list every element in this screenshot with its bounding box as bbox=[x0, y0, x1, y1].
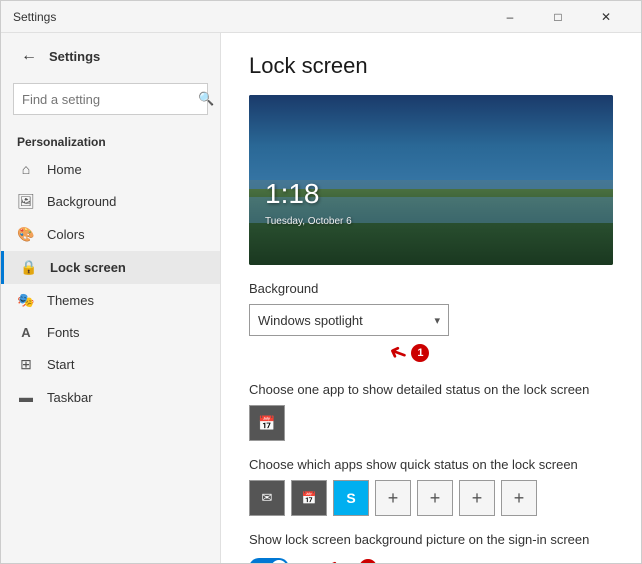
mail-icon-box[interactable]: ✉ bbox=[249, 480, 285, 516]
start-icon: ⊞ bbox=[17, 356, 35, 373]
themes-icon: 🎭 bbox=[17, 292, 35, 309]
page-title: Lock screen bbox=[249, 53, 613, 79]
sidebar: ← Settings 🔍 Personalization ⌂ Home 🖼 Ba… bbox=[1, 33, 221, 563]
annotation-number-1: 1 bbox=[411, 344, 429, 362]
sidebar-label-background: Background bbox=[47, 194, 116, 209]
sidebar-item-background[interactable]: 🖼 Background bbox=[1, 185, 220, 218]
calendar-2-icon-box[interactable]: 📅 bbox=[291, 480, 327, 516]
sidebar-header: ← Settings bbox=[1, 33, 220, 75]
fonts-icon: A bbox=[17, 325, 35, 340]
quick-status-icons: ✉ 📅 S + + + bbox=[249, 480, 613, 516]
annotation-1-group: ➜ 1 bbox=[249, 340, 613, 366]
close-button[interactable]: ✕ bbox=[583, 1, 629, 33]
show-bg-toggle[interactable] bbox=[249, 558, 289, 563]
chevron-down-icon: ▾ bbox=[434, 314, 440, 327]
preview-time: 1:18 bbox=[265, 178, 320, 210]
show-bg-section: Show lock screen background picture on t… bbox=[249, 532, 613, 563]
choose-one-app-icons: 📅 bbox=[249, 405, 613, 441]
sidebar-label-taskbar: Taskbar bbox=[47, 390, 93, 405]
dropdown-value: Windows spotlight bbox=[258, 313, 363, 328]
plus-icon-box-3[interactable]: + bbox=[459, 480, 495, 516]
back-button[interactable]: ← bbox=[17, 45, 41, 67]
choose-one-app-section: Choose one app to show detailed status o… bbox=[249, 382, 613, 441]
settings-window: Settings – □ ✕ ← Settings 🔍 Personalizat… bbox=[0, 0, 642, 564]
search-icon: 🔍 bbox=[198, 91, 214, 107]
personalization-label: Personalization bbox=[1, 123, 220, 153]
search-box[interactable]: 🔍 bbox=[13, 83, 208, 115]
sidebar-app-title: Settings bbox=[49, 49, 100, 64]
sidebar-item-colors[interactable]: 🎨 Colors bbox=[1, 218, 220, 251]
sidebar-item-themes[interactable]: 🎭 Themes bbox=[1, 284, 220, 317]
plus-icon-2: + bbox=[430, 488, 441, 509]
skype-icon: S bbox=[346, 490, 355, 506]
window-title: Settings bbox=[13, 10, 487, 24]
lock-screen-preview: 1:18 Tuesday, October 6 bbox=[249, 95, 613, 265]
taskbar-icon: ▬ bbox=[17, 389, 35, 405]
title-bar: Settings – □ ✕ bbox=[1, 1, 641, 33]
choose-apps-label: Choose which apps show quick status on t… bbox=[249, 457, 613, 472]
sidebar-item-home[interactable]: ⌂ Home bbox=[1, 153, 220, 185]
calendar-icon-box[interactable]: 📅 bbox=[249, 405, 285, 441]
lock-icon: 🔒 bbox=[20, 259, 38, 276]
plus-icon-box-4[interactable]: + bbox=[501, 480, 537, 516]
sidebar-label-start: Start bbox=[47, 357, 74, 372]
annotation-arrow-1: ➜ bbox=[385, 338, 411, 369]
sidebar-item-lock-screen[interactable]: 🔒 Lock screen bbox=[1, 251, 220, 284]
sidebar-label-fonts: Fonts bbox=[47, 325, 80, 340]
search-input[interactable] bbox=[22, 92, 198, 107]
choose-one-app-label: Choose one app to show detailed status o… bbox=[249, 382, 613, 397]
plus-icon-1: + bbox=[388, 488, 399, 509]
toggle-row: On ➜ 2 bbox=[249, 555, 613, 563]
home-icon: ⌂ bbox=[17, 161, 35, 177]
sidebar-item-start[interactable]: ⊞ Start bbox=[1, 348, 220, 381]
colors-icon: 🎨 bbox=[17, 226, 35, 243]
main-content: Lock screen 1:18 Tuesday, October 6 Back… bbox=[221, 33, 641, 563]
background-icon: 🖼 bbox=[17, 193, 35, 210]
background-dropdown[interactable]: Windows spotlight ▾ bbox=[249, 304, 449, 336]
mail-icon: ✉ bbox=[262, 490, 273, 506]
sidebar-label-themes: Themes bbox=[47, 293, 94, 308]
toggle-knob bbox=[271, 560, 287, 563]
choose-apps-section: Choose which apps show quick status on t… bbox=[249, 457, 613, 516]
plus-icon-3: + bbox=[472, 488, 483, 509]
content-area: ← Settings 🔍 Personalization ⌂ Home 🖼 Ba… bbox=[1, 33, 641, 563]
background-label: Background bbox=[249, 281, 613, 296]
calendar-2-icon: 📅 bbox=[302, 491, 317, 505]
title-bar-controls: – □ ✕ bbox=[487, 1, 629, 33]
toggle-label: On bbox=[299, 561, 316, 564]
plus-icon-box-2[interactable]: + bbox=[417, 480, 453, 516]
calendar-icon: 📅 bbox=[258, 415, 275, 432]
minimize-button[interactable]: – bbox=[487, 1, 533, 33]
plus-icon-4: + bbox=[514, 488, 525, 509]
plus-icon-box-1[interactable]: + bbox=[375, 480, 411, 516]
dropdown-wrapper: Windows spotlight ▾ bbox=[249, 304, 613, 336]
sidebar-label-colors: Colors bbox=[47, 227, 85, 242]
annotation-number-2: 2 bbox=[359, 559, 377, 563]
show-bg-label: Show lock screen background picture on t… bbox=[249, 532, 613, 547]
skype-icon-box[interactable]: S bbox=[333, 480, 369, 516]
maximize-button[interactable]: □ bbox=[535, 1, 581, 33]
sidebar-label-home: Home bbox=[47, 162, 82, 177]
sidebar-item-taskbar[interactable]: ▬ Taskbar bbox=[1, 381, 220, 413]
sidebar-label-lock-screen: Lock screen bbox=[50, 260, 126, 275]
sidebar-item-fonts[interactable]: A Fonts bbox=[1, 317, 220, 348]
preview-date: Tuesday, October 6 bbox=[265, 216, 352, 227]
annotation-arrow-2: ➜ bbox=[322, 553, 348, 563]
